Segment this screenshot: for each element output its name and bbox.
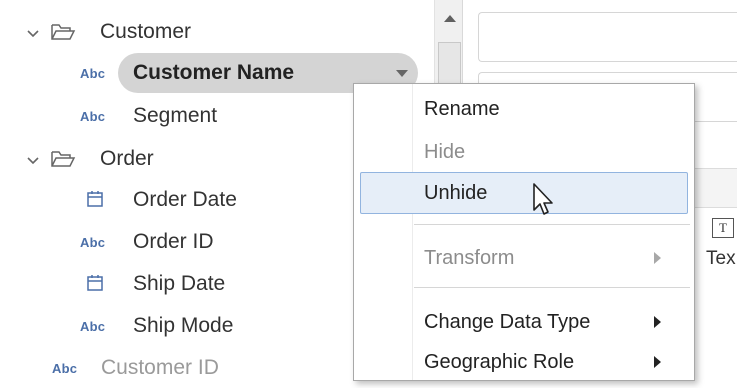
menu-item-label: Transform	[424, 247, 515, 269]
menu-item-change-data-type[interactable]: Change Data Type	[354, 302, 694, 342]
tree-item-label: Customer	[100, 20, 192, 43]
menu-item-rename[interactable]: Rename	[354, 89, 694, 129]
menu-item-hide: Hide	[354, 132, 694, 172]
menu-item-label: Geographic Role	[424, 351, 575, 373]
submenu-arrow-icon	[654, 356, 661, 368]
text-mark-icon[interactable]: T	[712, 218, 734, 238]
menu-item-label: Hide	[424, 141, 466, 163]
menu-item-label: Unhide	[424, 182, 488, 204]
menu-separator	[414, 287, 690, 288]
tree-item-label: Ship Mode	[133, 314, 234, 337]
string-type-icon: Abc	[80, 235, 106, 250]
chevron-down-icon[interactable]	[25, 26, 41, 42]
string-type-icon: Abc	[80, 109, 106, 124]
tree-item-label: Order ID	[133, 230, 214, 253]
shelf-columns[interactable]	[478, 12, 737, 62]
tree-item-label: Segment	[133, 104, 218, 127]
menu-item-label: Change Data Type	[424, 311, 591, 333]
calendar-icon	[87, 191, 103, 207]
arrow-up-icon	[444, 15, 456, 22]
menu-item-label: Rename	[424, 98, 500, 120]
string-type-icon: Abc	[80, 319, 106, 334]
mouse-pointer-icon	[533, 183, 553, 215]
menu-item-geographic-role[interactable]: Geographic Role	[354, 342, 694, 382]
submenu-arrow-icon	[654, 316, 661, 328]
calendar-icon	[87, 275, 103, 291]
menu-item-transform: Transform	[354, 238, 694, 278]
tree-item-label: Order Date	[133, 188, 237, 211]
menu-item-unhide[interactable]: Unhide	[360, 172, 688, 214]
folder-open-icon	[51, 24, 76, 40]
tree-item-label: Customer Name	[133, 61, 295, 84]
string-type-icon: Abc	[52, 361, 78, 376]
scroll-up-button[interactable]	[435, 0, 463, 40]
chevron-down-icon[interactable]	[25, 153, 41, 169]
pill-dropdown-caret-icon[interactable]	[396, 70, 408, 77]
text-mark-label: Tex	[706, 248, 736, 269]
tree-item-label: Order	[100, 147, 154, 170]
folder-open-icon	[51, 151, 76, 167]
context-menu: Rename Hide Unhide Transform Change Data…	[353, 83, 695, 381]
submenu-arrow-icon	[654, 252, 661, 264]
string-type-icon: Abc	[80, 66, 106, 81]
tree-item-label: Ship Date	[133, 272, 226, 295]
tree-item-label: Customer ID	[101, 356, 219, 379]
menu-separator	[414, 224, 690, 225]
